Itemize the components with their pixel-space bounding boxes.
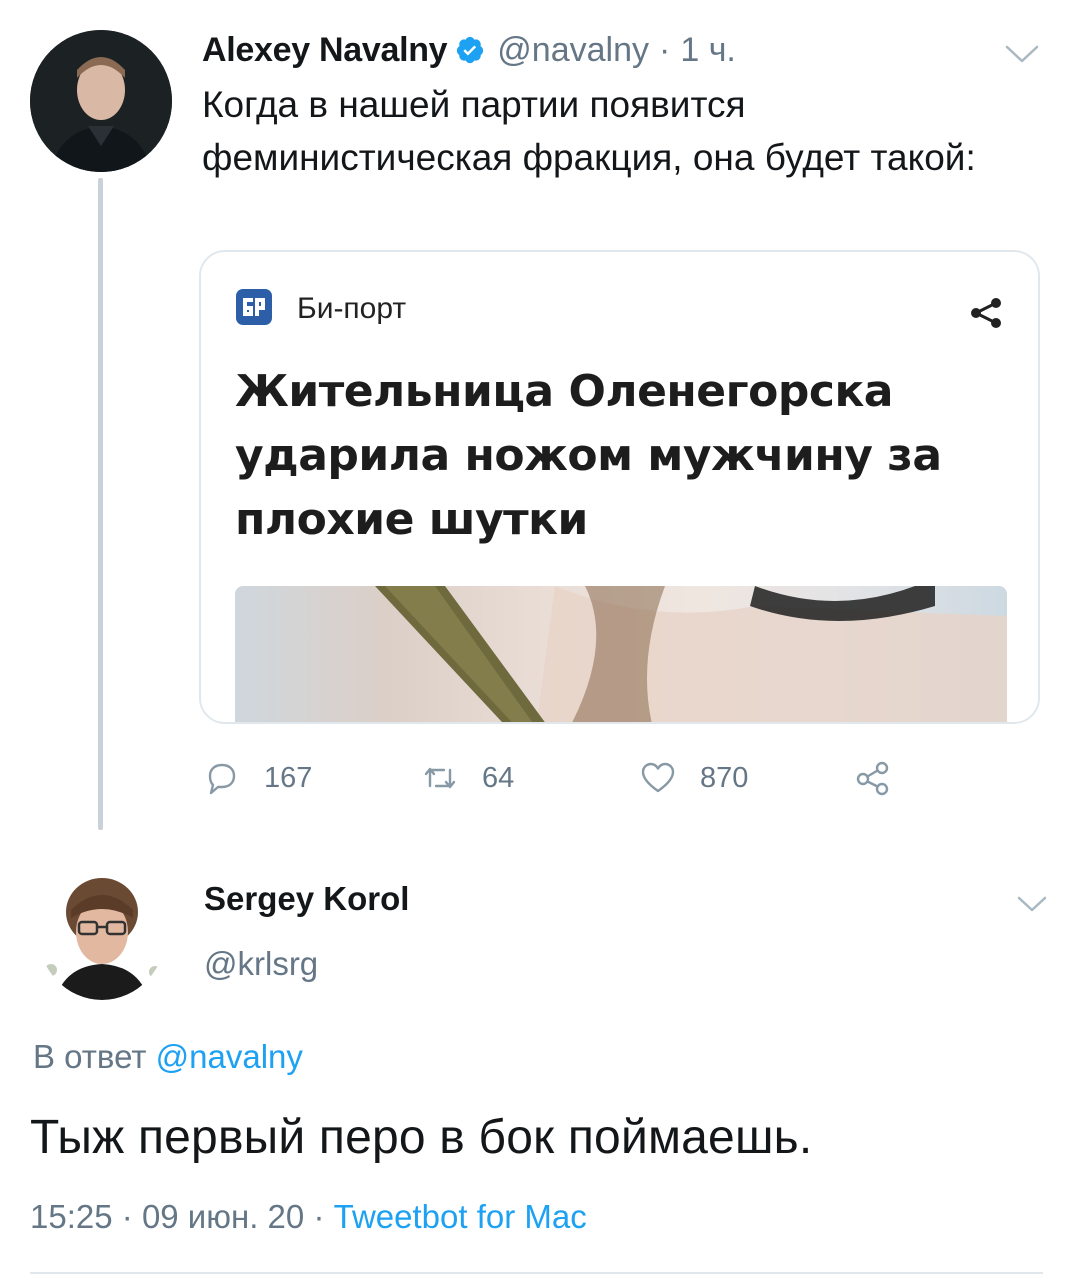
tweet-time[interactable]: 1 ч. — [680, 31, 736, 70]
like-action[interactable]: 870 — [638, 756, 748, 800]
biport-logo — [236, 289, 272, 325]
share-action[interactable] — [853, 756, 893, 800]
reply-text: Тыж первый перо в бок поймаешь. — [30, 1111, 813, 1164]
reply-author-name[interactable]: Sergey Korol — [204, 880, 409, 918]
reply-time: 15:25 — [30, 1198, 113, 1235]
retweet-icon — [424, 767, 456, 789]
reply-author-avatar[interactable] — [37, 860, 167, 1000]
author-avatar[interactable] — [30, 30, 172, 172]
link-card[interactable]: Би-порт Жительница Оленегорска ударила н… — [199, 250, 1040, 724]
chevron-down-icon[interactable] — [1003, 42, 1041, 66]
like-count: 870 — [700, 761, 749, 794]
reply-prefix: В ответ — [33, 1038, 147, 1075]
meta-separator: · — [659, 30, 671, 69]
author-name[interactable]: Alexey Navalny — [202, 31, 448, 70]
client-link[interactable]: Tweetbot for Mac — [334, 1198, 587, 1235]
reply-date: 09 июн. 20 — [141, 1198, 305, 1235]
reply-author-handle[interactable]: @krlsrg — [204, 945, 318, 983]
like-icon — [641, 762, 675, 793]
retweet-action[interactable]: 64 — [420, 756, 514, 800]
reply-avatar-photo — [37, 860, 167, 1000]
reply-context: В ответ @navalny — [33, 1038, 303, 1076]
card-headline: Жительница Оленегорска ударила ножом муж… — [235, 366, 942, 545]
meta-separator: · — [121, 1198, 133, 1235]
reply-count: 167 — [264, 761, 313, 794]
share-nodes-icon — [856, 761, 889, 796]
reply-meta: 15:25 · 09 июн. 20 · Tweetbot for Mac — [30, 1198, 587, 1236]
retweet-count: 64 — [482, 761, 515, 794]
tweet-header: Alexey Navalny @navalny · 1 ч. — [202, 26, 736, 74]
thread-line — [98, 178, 103, 830]
share-icon[interactable] — [969, 296, 1003, 330]
reply-icon — [208, 763, 236, 795]
verified-badge-icon — [457, 36, 484, 64]
card-image — [235, 586, 1007, 722]
card-source: Би-порт — [297, 292, 407, 325]
reply-to-link[interactable]: @navalny — [156, 1038, 303, 1075]
card-photo — [375, 586, 1007, 722]
chevron-down-icon[interactable] — [1013, 892, 1051, 916]
meta-separator: · — [313, 1198, 325, 1235]
reply-action[interactable]: 167 — [202, 756, 312, 800]
author-handle[interactable]: @navalny — [497, 31, 649, 70]
tweet-text: Когда в нашей партии появится феминистич… — [202, 84, 976, 178]
divider — [30, 1272, 1043, 1274]
avatar-photo — [30, 30, 172, 172]
